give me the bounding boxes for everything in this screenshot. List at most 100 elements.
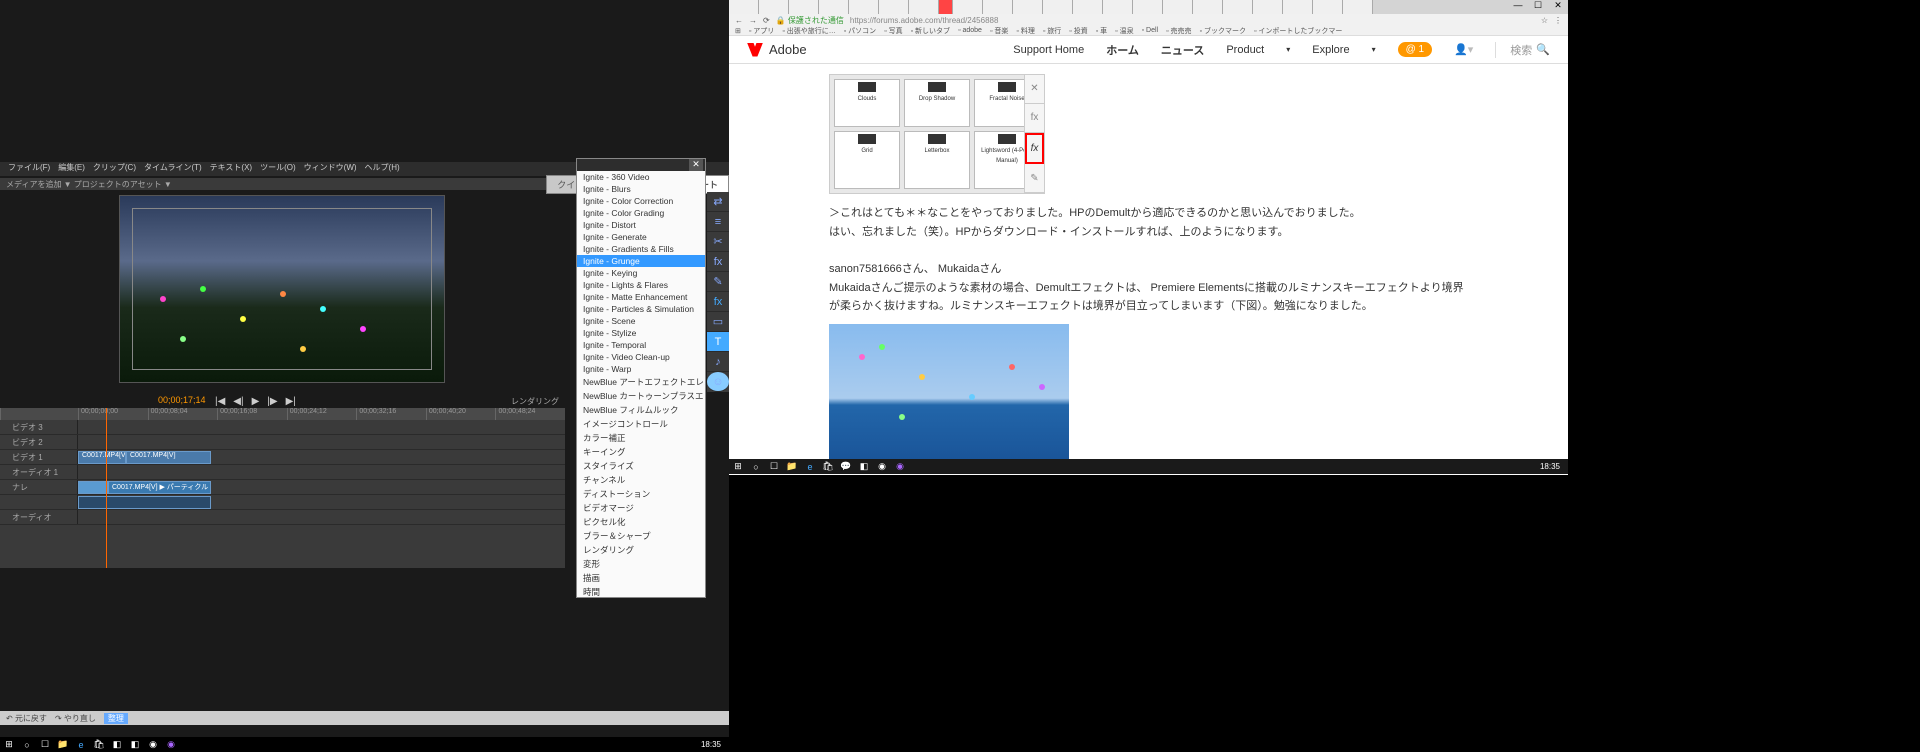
maximize-icon[interactable]: ☐ bbox=[1528, 0, 1548, 14]
clip-fx-header[interactable] bbox=[78, 481, 108, 494]
nav-news[interactable]: ニュース bbox=[1161, 42, 1204, 58]
effects-icon[interactable]: fx bbox=[707, 252, 729, 272]
notification-badge[interactable]: @ 1 bbox=[1398, 42, 1433, 57]
track-a1-label[interactable]: オーディオ 1 bbox=[0, 465, 78, 479]
browser-tab[interactable] bbox=[909, 0, 939, 14]
fx-item[interactable]: Ignite - Blurs bbox=[577, 183, 705, 195]
track-v2-label[interactable]: ビデオ 2 bbox=[0, 435, 78, 449]
menu-text[interactable]: テキスト(X) bbox=[206, 162, 256, 176]
fx-item[interactable]: 描画 bbox=[577, 571, 705, 585]
forward-icon[interactable]: → bbox=[749, 16, 757, 25]
fx-item[interactable]: Ignite - Temporal bbox=[577, 339, 705, 351]
undo-button[interactable]: ↶ 元に戻す bbox=[6, 713, 47, 724]
bookmark-item[interactable]: ▫ 写真 bbox=[884, 26, 902, 36]
play-button[interactable]: ▶ bbox=[252, 396, 260, 407]
browser-tab[interactable] bbox=[1313, 0, 1343, 14]
fx-item[interactable]: ブラー＆シャープ bbox=[577, 529, 705, 543]
fx-item[interactable]: レンダリング bbox=[577, 543, 705, 557]
back-icon[interactable]: ← bbox=[735, 16, 743, 25]
fx-item[interactable]: Ignite - Particles & Simulation bbox=[577, 303, 705, 315]
browser-tab[interactable] bbox=[729, 0, 759, 14]
bookmark-item[interactable]: ▫ 投資 bbox=[1069, 26, 1087, 36]
fx-item[interactable]: Ignite - 360 Video bbox=[577, 171, 705, 183]
fx-item[interactable]: Ignite - Gradients & Fills bbox=[577, 243, 705, 255]
clip-fx-main[interactable]: C0017.MP4[V] ▶ パーティクル 下 遅め(調整) - 下 長め/1 bbox=[108, 481, 211, 494]
track-v1-label[interactable]: ビデオ 1 bbox=[0, 450, 78, 464]
track-music-label[interactable]: オーディオ bbox=[0, 510, 78, 524]
fx-item[interactable]: Ignite - Color Correction bbox=[577, 195, 705, 207]
chat-icon[interactable]: 💬 bbox=[837, 459, 855, 474]
bookmark-item[interactable]: ▫ ブックマーク bbox=[1200, 26, 1246, 36]
menu-file[interactable]: ファイル(F) bbox=[4, 162, 54, 176]
add-media-dropdown[interactable]: メディアを追加 ▼ プロジェクトのアセット ▼ bbox=[0, 179, 172, 190]
windows-taskbar-left[interactable]: ⊞ ○ ☐ 📁 e 🛍 ◧ ◧ ◉ ◉ 18:35 bbox=[0, 737, 729, 752]
track-v3-label[interactable]: ビデオ 3 bbox=[0, 420, 78, 434]
avatar-icon[interactable]: 👤▾ bbox=[1454, 43, 1473, 56]
fx-item[interactable]: キーイング bbox=[577, 445, 705, 459]
store-icon[interactable]: 🛍 bbox=[90, 737, 108, 752]
pe-icon[interactable]: ◉ bbox=[891, 459, 909, 474]
bookmark-item[interactable]: ▫ パソコン bbox=[844, 26, 876, 36]
edge-icon[interactable]: e bbox=[72, 737, 90, 752]
nav-explore[interactable]: Explore bbox=[1312, 44, 1349, 56]
browser-tab[interactable] bbox=[1133, 0, 1163, 14]
fx-item[interactable]: 時間 bbox=[577, 585, 705, 598]
fx-item[interactable]: ビデオマージ bbox=[577, 501, 705, 515]
adobe-logo[interactable]: Adobe bbox=[747, 42, 807, 57]
time-ruler[interactable]: 00;00;00;00 00;00;08;04 00;00;16;08 00;0… bbox=[0, 408, 565, 420]
explorer-icon[interactable]: 📁 bbox=[783, 459, 801, 474]
star-icon[interactable]: ☆ bbox=[1541, 16, 1548, 25]
fx-item[interactable]: ピクセル化 bbox=[577, 515, 705, 529]
smiley-icon[interactable]: ☺ bbox=[707, 372, 729, 392]
menu-tools[interactable]: ツール(O) bbox=[256, 162, 300, 176]
bookmark-item[interactable]: ▫ adobe bbox=[958, 27, 982, 34]
fx-item[interactable]: 変形 bbox=[577, 557, 705, 571]
chrome-icon[interactable]: ◉ bbox=[873, 459, 891, 474]
fx-item[interactable]: NewBlue フィルムルック bbox=[577, 403, 705, 417]
app-icon[interactable]: ◧ bbox=[126, 737, 144, 752]
browser-tab[interactable] bbox=[1043, 0, 1073, 14]
step-fwd-button[interactable]: |▶ bbox=[267, 396, 277, 407]
bookmark-item[interactable]: ▫ アプリ bbox=[749, 26, 774, 36]
fx2-icon[interactable]: fx bbox=[707, 292, 729, 312]
browser-tab[interactable] bbox=[1163, 0, 1193, 14]
fx-item[interactable]: NewBlue アートエフェクトエレメント bbox=[577, 375, 705, 389]
browser-tab[interactable] bbox=[1283, 0, 1313, 14]
menu-window[interactable]: ウィンドウ(W) bbox=[300, 162, 361, 176]
adjust-icon[interactable]: ✎ bbox=[707, 272, 729, 292]
clip-v1-2[interactable]: C0017.MP4[V] bbox=[126, 451, 211, 464]
url-bar[interactable]: https://forums.adobe.com/thread/2456888 bbox=[850, 16, 1535, 25]
cortana-icon[interactable]: ○ bbox=[747, 459, 765, 474]
browser-tab[interactable] bbox=[1103, 0, 1133, 14]
timeline-panel[interactable]: 00;00;00;00 00;00;08;04 00;00;16;08 00;0… bbox=[0, 408, 565, 568]
bookmark-item[interactable]: ▫ Dell bbox=[1142, 27, 1159, 34]
redo-button[interactable]: ↷ やり直し bbox=[55, 713, 96, 724]
windows-taskbar-right[interactable]: ⊞ ○ ☐ 📁 e 🛍 💬 ◧ ◉ ◉ 18:35 bbox=[729, 459, 1568, 474]
fx-item[interactable]: Ignite - Scene bbox=[577, 315, 705, 327]
render-button[interactable]: レンダリング bbox=[511, 396, 559, 407]
browser-tab-active[interactable] bbox=[939, 0, 953, 14]
cortana-icon[interactable]: ○ bbox=[18, 737, 36, 752]
browser-tab[interactable] bbox=[819, 0, 849, 14]
scissors-icon[interactable]: ✂ bbox=[707, 232, 729, 252]
fx-item[interactable]: Ignite - Stylize bbox=[577, 327, 705, 339]
bookmark-item[interactable]: ▫ 出張や旅行に… bbox=[782, 26, 835, 36]
reload-icon[interactable]: ⟳ bbox=[763, 16, 770, 25]
bookmark-item[interactable]: ▫ 旅行 bbox=[1043, 26, 1061, 36]
fx-item[interactable]: イメージコントロール bbox=[577, 417, 705, 431]
track-subvideo-label[interactable] bbox=[0, 495, 78, 509]
browser-tab[interactable] bbox=[849, 0, 879, 14]
transitions-icon[interactable]: ⇄ bbox=[707, 192, 729, 212]
browser-tab[interactable] bbox=[1013, 0, 1043, 14]
clip-v1-1[interactable]: C0017.MP4[V] bbox=[78, 451, 126, 464]
explorer-icon[interactable]: 📁 bbox=[54, 737, 72, 752]
playhead[interactable] bbox=[106, 408, 107, 568]
fx-item[interactable]: Ignite - Video Clean-up bbox=[577, 351, 705, 363]
bookmark-item[interactable]: ▫ 車 bbox=[1096, 26, 1107, 36]
menu-edit[interactable]: 編集(E) bbox=[54, 162, 89, 176]
search-box[interactable]: 検索 🔍 bbox=[1495, 42, 1550, 58]
goto-start-button[interactable]: |◀ bbox=[215, 396, 225, 407]
browser-tab[interactable] bbox=[879, 0, 909, 14]
start-icon[interactable]: ⊞ bbox=[729, 459, 747, 474]
browser-tab[interactable] bbox=[983, 0, 1013, 14]
